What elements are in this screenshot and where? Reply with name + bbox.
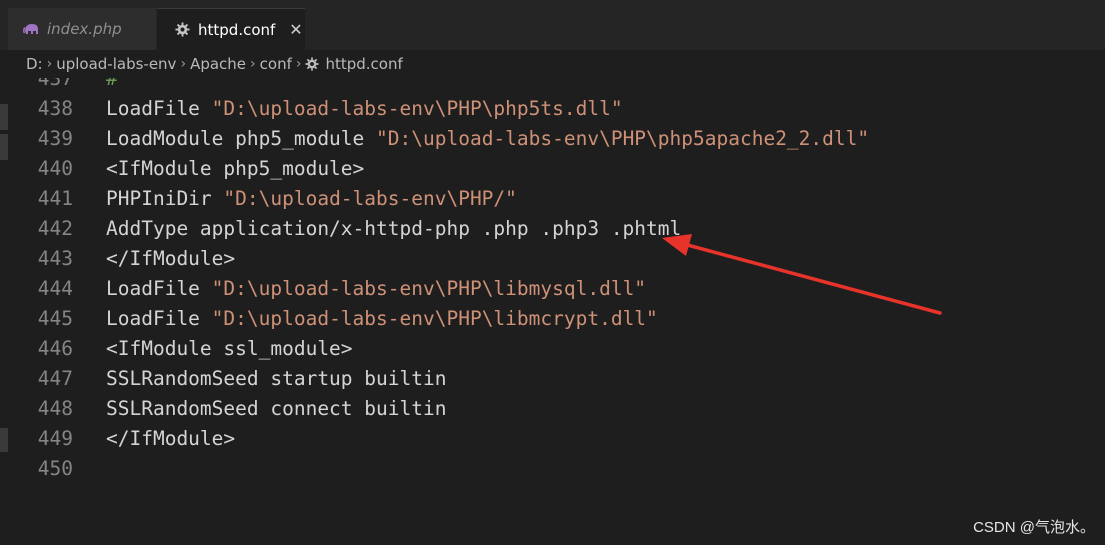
code-line[interactable]: 446 <IfModule ssl_module> [0,334,1105,364]
code-line[interactable]: 445 LoadFile "D:\upload-labs-env\PHP\libm… [0,304,1105,334]
code-text: AddType application/x-httpd-php .php .ph… [106,214,681,244]
string-token: "D:\upload-labs-env\PHP/" [223,187,517,210]
line-number: 443 [37,247,73,270]
code-line[interactable]: 443 </IfModule> [0,244,1105,274]
gear-icon [173,22,191,37]
code-line[interactable]: 449 </IfModule> [0,424,1105,454]
directive-token: <IfModule ssl_module> [106,337,353,360]
line-number: 444 [37,277,73,300]
directive-token: AddType application/x-httpd-php .php .ph… [106,217,682,240]
line-number: 450 [37,457,73,480]
tab-bar: index.php httpd.conf ✕ [0,0,1105,50]
tab-index-php[interactable]: index.php [8,8,156,50]
php-elephant-icon [22,22,40,36]
comment-token: # [106,78,118,90]
code-editor[interactable]: 437 #438 LoadFile "D:\upload-labs-env\PHP\… [0,78,1105,545]
line-number: 439 [37,127,73,150]
line-number: 440 [37,157,73,180]
code-line[interactable]: 444 LoadFile "D:\upload-labs-env\PHP\libm… [0,274,1105,304]
line-number: 445 [37,307,73,330]
line-number: 437 [37,78,73,90]
code-line[interactable]: 437 # [0,78,1105,94]
code-line[interactable]: 447 SSLRandomSeed startup builtin [0,364,1105,394]
string-token: "D:\upload-labs-env\PHP\php5ts.dll" [211,97,623,120]
line-number: 448 [37,397,73,420]
code-line[interactable]: 440 <IfModule php5_module> [0,154,1105,184]
tab-label: index.php [47,20,122,38]
chevron-right-icon: › [295,56,302,72]
code-text: <IfModule ssl_module> [106,334,353,364]
code-line[interactable]: 442 AddType application/x-httpd-php .php … [0,214,1105,244]
code-text: # [106,78,118,94]
line-number: 449 [37,427,73,450]
code-text: LoadFile "D:\upload-labs-env\PHP\libmysq… [106,274,646,304]
directive-token: LoadModule php5_module [106,127,377,150]
line-number: 447 [37,367,73,390]
directive-token: </IfModule> [106,247,236,270]
line-number: 441 [37,187,73,210]
code-line[interactable]: 438 LoadFile "D:\upload-labs-env\PHP\php5… [0,94,1105,124]
breadcrumb-item-upload-labs-env[interactable]: upload-labs-env [56,55,176,73]
directive-token: <IfModule php5_module> [106,157,365,180]
code-text: LoadModule php5_module "D:\upload-labs-e… [106,124,869,154]
code-line[interactable]: 448 SSLRandomSeed connect builtin [0,394,1105,424]
watermark: CSDN @气泡水。 [973,519,1095,536]
string-token: "D:\upload-labs-env\PHP\php5apache2_2.dl… [376,127,870,150]
line-number: 438 [37,97,73,120]
code-line[interactable]: 450 [0,454,1105,484]
line-number: 442 [37,217,73,240]
tab-label: httpd.conf [198,20,276,39]
string-token: "D:\upload-labs-env\PHP\libmysql.dll" [211,277,647,300]
breadcrumb: D: › upload-labs-env › Apache › conf › h… [0,50,1105,78]
code-line[interactable]: 439 LoadModule php5_module "D:\upload-lab… [0,124,1105,154]
directive-token: PHPIniDir [106,187,224,210]
directive-token: LoadFile [106,97,212,120]
line-number: 446 [37,337,73,360]
string-token: "D:\upload-labs-env\PHP\libmcrypt.dll" [211,307,658,330]
code-text: LoadFile "D:\upload-labs-env\PHP\libmcry… [106,304,658,334]
code-text: PHPIniDir "D:\upload-labs-env\PHP/" [106,184,517,214]
code-text: <IfModule php5_module> [106,154,364,184]
directive-token: LoadFile [106,277,212,300]
breadcrumb-item-apache[interactable]: Apache [190,55,246,73]
code-text: LoadFile "D:\upload-labs-env\PHP\php5ts.… [106,94,623,124]
breadcrumb-item-httpd-conf[interactable]: httpd.conf [325,55,402,73]
breadcrumb-item-drive[interactable]: D: [26,55,43,73]
close-icon[interactable]: ✕ [289,20,302,39]
directive-token: SSLRandomSeed startup builtin [106,367,447,390]
chevron-right-icon: › [46,56,53,72]
code-text: </IfModule> [106,244,235,274]
code-line[interactable]: 441 PHPIniDir "D:\upload-labs-env\PHP/" [0,184,1105,214]
gear-icon [305,57,320,71]
directive-token: LoadFile [106,307,212,330]
directive-token: </IfModule> [106,427,236,450]
tab-httpd-conf[interactable]: httpd.conf ✕ [157,8,305,50]
directive-token: SSLRandomSeed connect builtin [106,397,447,420]
code-text: SSLRandomSeed connect builtin [106,394,446,424]
breadcrumb-item-conf[interactable]: conf [260,55,292,73]
code-text: </IfModule> [106,424,235,454]
code-text: SSLRandomSeed startup builtin [106,364,446,394]
chevron-right-icon: › [250,56,256,72]
chevron-right-icon: › [180,56,187,72]
